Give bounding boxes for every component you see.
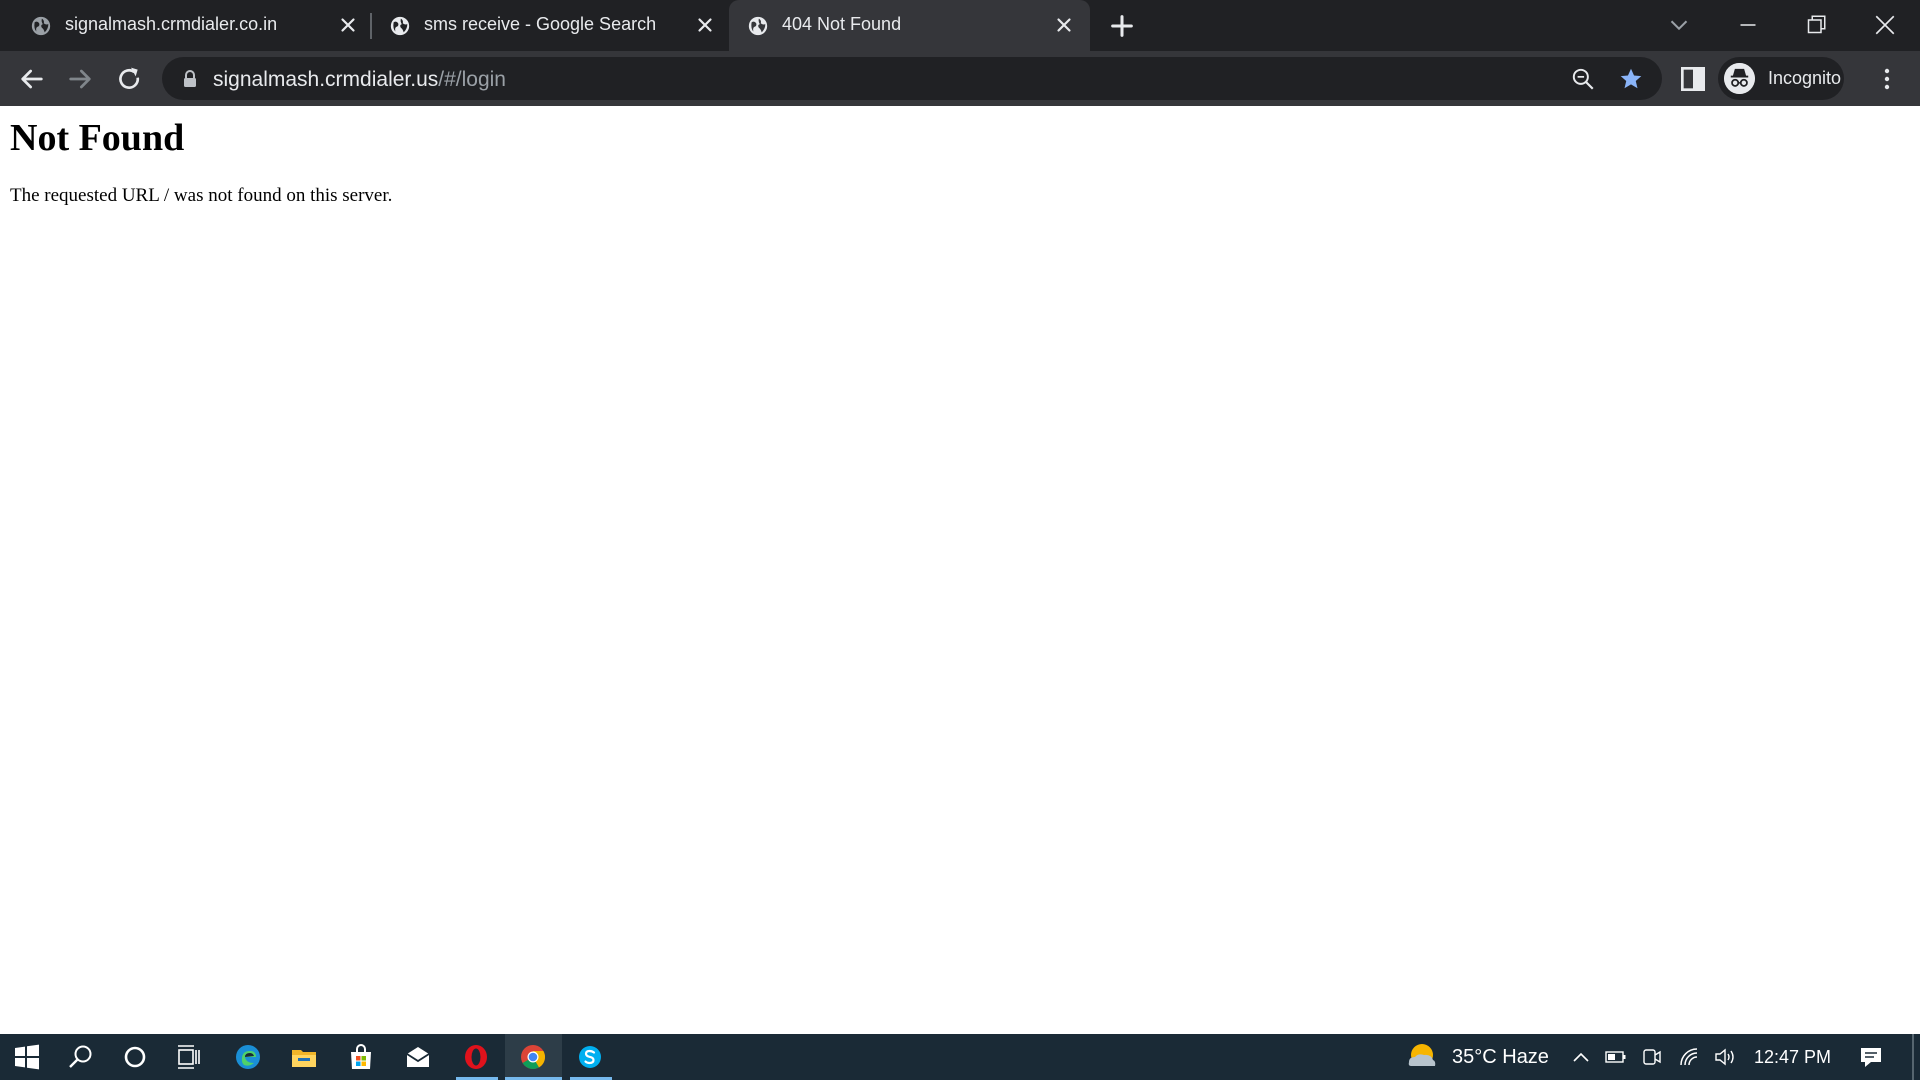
zoom-icon[interactable] bbox=[1570, 66, 1596, 92]
close-icon[interactable] bbox=[694, 14, 716, 36]
windows-taskbar: 35°C Haze 12:47 PM bbox=[0, 1034, 1920, 1080]
action-center-icon[interactable] bbox=[1859, 1045, 1883, 1069]
close-icon[interactable] bbox=[1053, 14, 1075, 36]
tab-title: 404 Not Found bbox=[782, 14, 902, 34]
close-icon[interactable] bbox=[337, 14, 359, 36]
bookmark-star-icon[interactable] bbox=[1618, 66, 1644, 92]
battery-icon[interactable] bbox=[1605, 1047, 1627, 1067]
globe-icon bbox=[748, 16, 768, 36]
new-tab-plus-icon[interactable] bbox=[1108, 12, 1136, 40]
page-title: Not Found bbox=[10, 117, 185, 159]
browser-toolbar: signalmash.crmdialer.us/#/login Incognit… bbox=[0, 51, 1920, 106]
incognito-icon bbox=[1724, 63, 1755, 94]
weather-haze-icon[interactable] bbox=[1406, 1042, 1438, 1072]
tab-search-chevron-icon[interactable] bbox=[1664, 10, 1694, 40]
forward-arrow-icon[interactable] bbox=[64, 63, 96, 95]
task-view-icon[interactable] bbox=[174, 1042, 204, 1072]
weather-text[interactable]: 35°C Haze bbox=[1452, 1046, 1549, 1069]
tab-title: sms receive - Google Search bbox=[424, 14, 657, 34]
reload-icon[interactable] bbox=[113, 63, 145, 95]
error-message: The requested URL / was not found on thi… bbox=[10, 185, 393, 206]
show-desktop-button[interactable] bbox=[1912, 1034, 1914, 1080]
url-path: /#/login bbox=[438, 68, 506, 91]
tab-signalmash-co-in[interactable]: signalmash.crmdialer.co.in bbox=[0, 0, 364, 51]
url-text[interactable]: signalmash.crmdialer.us/#/login bbox=[213, 68, 506, 92]
incognito-profile-button[interactable]: Incognito bbox=[1718, 57, 1844, 100]
file-explorer-icon[interactable] bbox=[289, 1042, 319, 1072]
tab-strip: signalmash.crmdialer.co.in sms receive -… bbox=[0, 0, 1920, 51]
wifi-icon[interactable] bbox=[1679, 1047, 1701, 1067]
url-host: signalmash.crmdialer.us bbox=[213, 68, 439, 91]
meet-now-icon[interactable] bbox=[1641, 1047, 1663, 1067]
globe-icon bbox=[31, 16, 51, 36]
restore-icon[interactable] bbox=[1801, 10, 1831, 40]
menu-kebab-icon[interactable] bbox=[1875, 63, 1899, 95]
windows-start-icon[interactable] bbox=[12, 1042, 42, 1072]
address-bar[interactable]: signalmash.crmdialer.us/#/login bbox=[162, 57, 1662, 100]
chrome-icon[interactable] bbox=[518, 1042, 548, 1072]
lock-icon[interactable] bbox=[182, 70, 198, 88]
tab-sms-receive-search[interactable]: sms receive - Google Search bbox=[358, 0, 722, 51]
skype-icon[interactable] bbox=[575, 1042, 605, 1072]
volume-icon[interactable] bbox=[1714, 1047, 1736, 1067]
show-hidden-icons-chevron-icon[interactable] bbox=[1570, 1047, 1592, 1067]
microsoft-store-icon[interactable] bbox=[346, 1042, 376, 1072]
clock-time[interactable]: 12:47 PM bbox=[1754, 1047, 1831, 1068]
edge-icon[interactable] bbox=[233, 1042, 263, 1072]
tab-title: signalmash.crmdialer.co.in bbox=[65, 14, 278, 34]
mail-icon[interactable] bbox=[403, 1042, 433, 1072]
globe-icon bbox=[390, 16, 410, 36]
tab-404-not-found[interactable]: 404 Not Found bbox=[729, 0, 1090, 51]
cortana-icon[interactable] bbox=[120, 1042, 150, 1072]
page-viewport: Not Found The requested URL / was not fo… bbox=[0, 106, 1920, 1034]
search-icon[interactable] bbox=[66, 1042, 96, 1072]
minimize-icon[interactable] bbox=[1733, 10, 1763, 40]
incognito-label: Incognito bbox=[1768, 68, 1842, 88]
back-arrow-icon[interactable] bbox=[16, 63, 48, 95]
close-window-icon[interactable] bbox=[1870, 10, 1900, 40]
opera-icon[interactable] bbox=[461, 1042, 491, 1072]
side-panel-icon[interactable] bbox=[1677, 63, 1709, 95]
